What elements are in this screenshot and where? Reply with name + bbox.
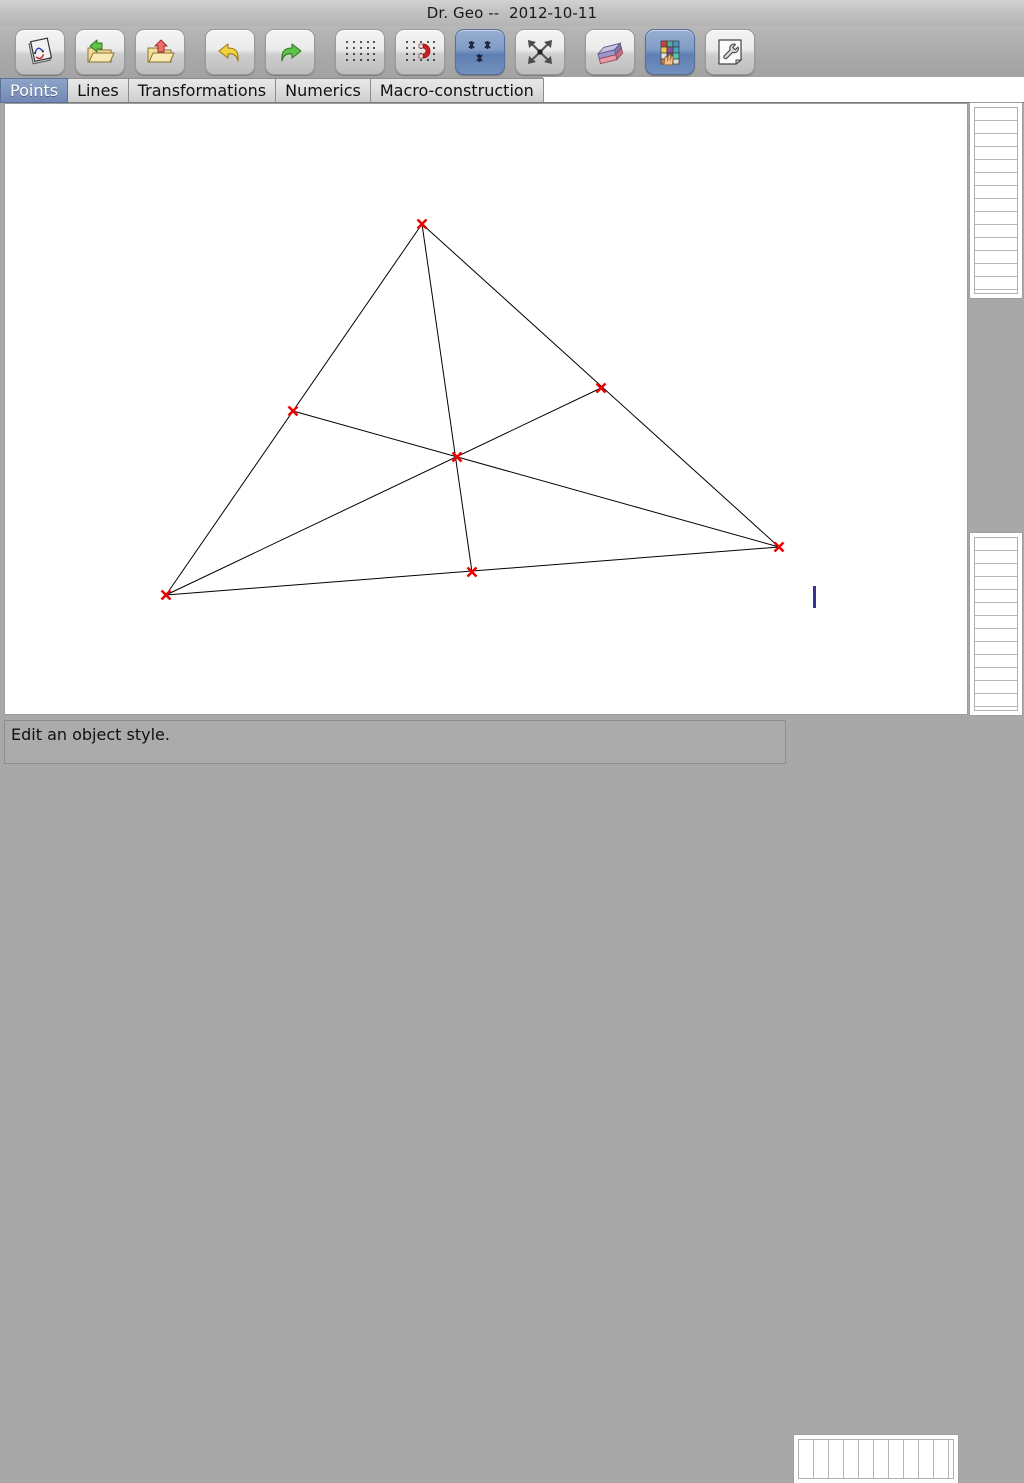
grid-icon xyxy=(343,38,377,66)
snap-to-grid-button[interactable] xyxy=(395,29,445,75)
scrollbar-texture xyxy=(799,1440,953,1478)
wrench-paper-icon xyxy=(715,37,745,67)
scattered-points-icon xyxy=(464,38,496,66)
tab-label: Transformations xyxy=(137,81,267,100)
open-folder-green-icon xyxy=(85,37,115,67)
drawing-canvas[interactable] xyxy=(4,103,968,715)
main-toolbar xyxy=(0,26,1024,78)
geometry-figure xyxy=(160,218,785,601)
status-area: Edit an object style. xyxy=(0,716,1024,1483)
tab-transformations[interactable]: Transformations xyxy=(127,78,277,103)
new-figure-button[interactable] xyxy=(15,29,65,75)
vertical-scrollbar-lower[interactable] xyxy=(969,532,1023,716)
move-figure-button[interactable] xyxy=(515,29,565,75)
window-title: Dr. Geo -- 2012-10-11 xyxy=(426,4,598,22)
redo-arrow-icon xyxy=(275,37,305,67)
tab-lines[interactable]: Lines xyxy=(67,78,129,103)
scrollbar-thumb[interactable] xyxy=(793,1434,959,1483)
text-caret xyxy=(813,586,816,608)
scrollbar-thumb-inner xyxy=(798,1439,954,1479)
tab-label: Points xyxy=(10,81,59,100)
scrollbar-thumb-inner xyxy=(974,537,1018,711)
undo-arrow-icon xyxy=(215,37,245,67)
show-points-button[interactable] xyxy=(455,29,505,75)
palette-hand-icon xyxy=(655,37,685,67)
status-bar: Edit an object style. xyxy=(4,720,786,764)
scrollbar-thumb-inner xyxy=(974,107,1018,294)
save-figure-button[interactable] xyxy=(135,29,185,75)
median-from-bottom-right[interactable] xyxy=(292,410,780,548)
tab-macro-construction[interactable]: Macro-construction xyxy=(369,78,544,103)
open-figure-button[interactable] xyxy=(75,29,125,75)
show-grid-button[interactable] xyxy=(335,29,385,75)
undo-button[interactable] xyxy=(205,29,255,75)
tab-numerics[interactable]: Numerics xyxy=(275,78,371,103)
midpoint-left[interactable] xyxy=(287,405,299,417)
scrollbar-thumb[interactable] xyxy=(969,102,1023,299)
preferences-button[interactable] xyxy=(705,29,755,75)
tab-strip-filler xyxy=(542,77,1024,103)
median-from-top[interactable] xyxy=(421,223,473,573)
tab-points[interactable]: Points xyxy=(0,78,69,103)
title-bar: Dr. Geo -- 2012-10-11 xyxy=(0,0,1024,26)
move-arrows-icon xyxy=(524,37,556,67)
scrollbar-texture xyxy=(975,538,1017,710)
horizontal-scrollbar[interactable] xyxy=(793,1434,959,1483)
delete-object-button[interactable] xyxy=(585,29,635,75)
side-right[interactable] xyxy=(421,223,780,548)
scrollbar-texture xyxy=(975,108,1017,293)
scrollbar-thumb[interactable] xyxy=(969,532,1023,716)
new-document-icon xyxy=(25,37,55,67)
tab-label: Lines xyxy=(77,81,119,100)
centroid[interactable] xyxy=(451,451,463,463)
save-folder-red-icon xyxy=(145,37,175,67)
tab-strip: Points Lines Transformations Numerics Ma… xyxy=(0,77,1024,103)
redo-button[interactable] xyxy=(265,29,315,75)
vertical-scrollbar-upper[interactable] xyxy=(969,102,1023,299)
eraser-icon xyxy=(594,39,626,65)
midpoint-right[interactable] xyxy=(595,382,607,394)
edit-style-button[interactable] xyxy=(645,29,695,75)
grid-magnet-icon xyxy=(403,38,437,66)
median-from-bottom-left[interactable] xyxy=(165,387,602,596)
application-window: Dr. Geo -- 2012-10-11 Points Lines Trans… xyxy=(0,0,1024,1483)
status-message: Edit an object style. xyxy=(11,725,170,744)
tab-label: Macro-construction xyxy=(379,81,534,100)
tab-label: Numerics xyxy=(285,81,361,100)
